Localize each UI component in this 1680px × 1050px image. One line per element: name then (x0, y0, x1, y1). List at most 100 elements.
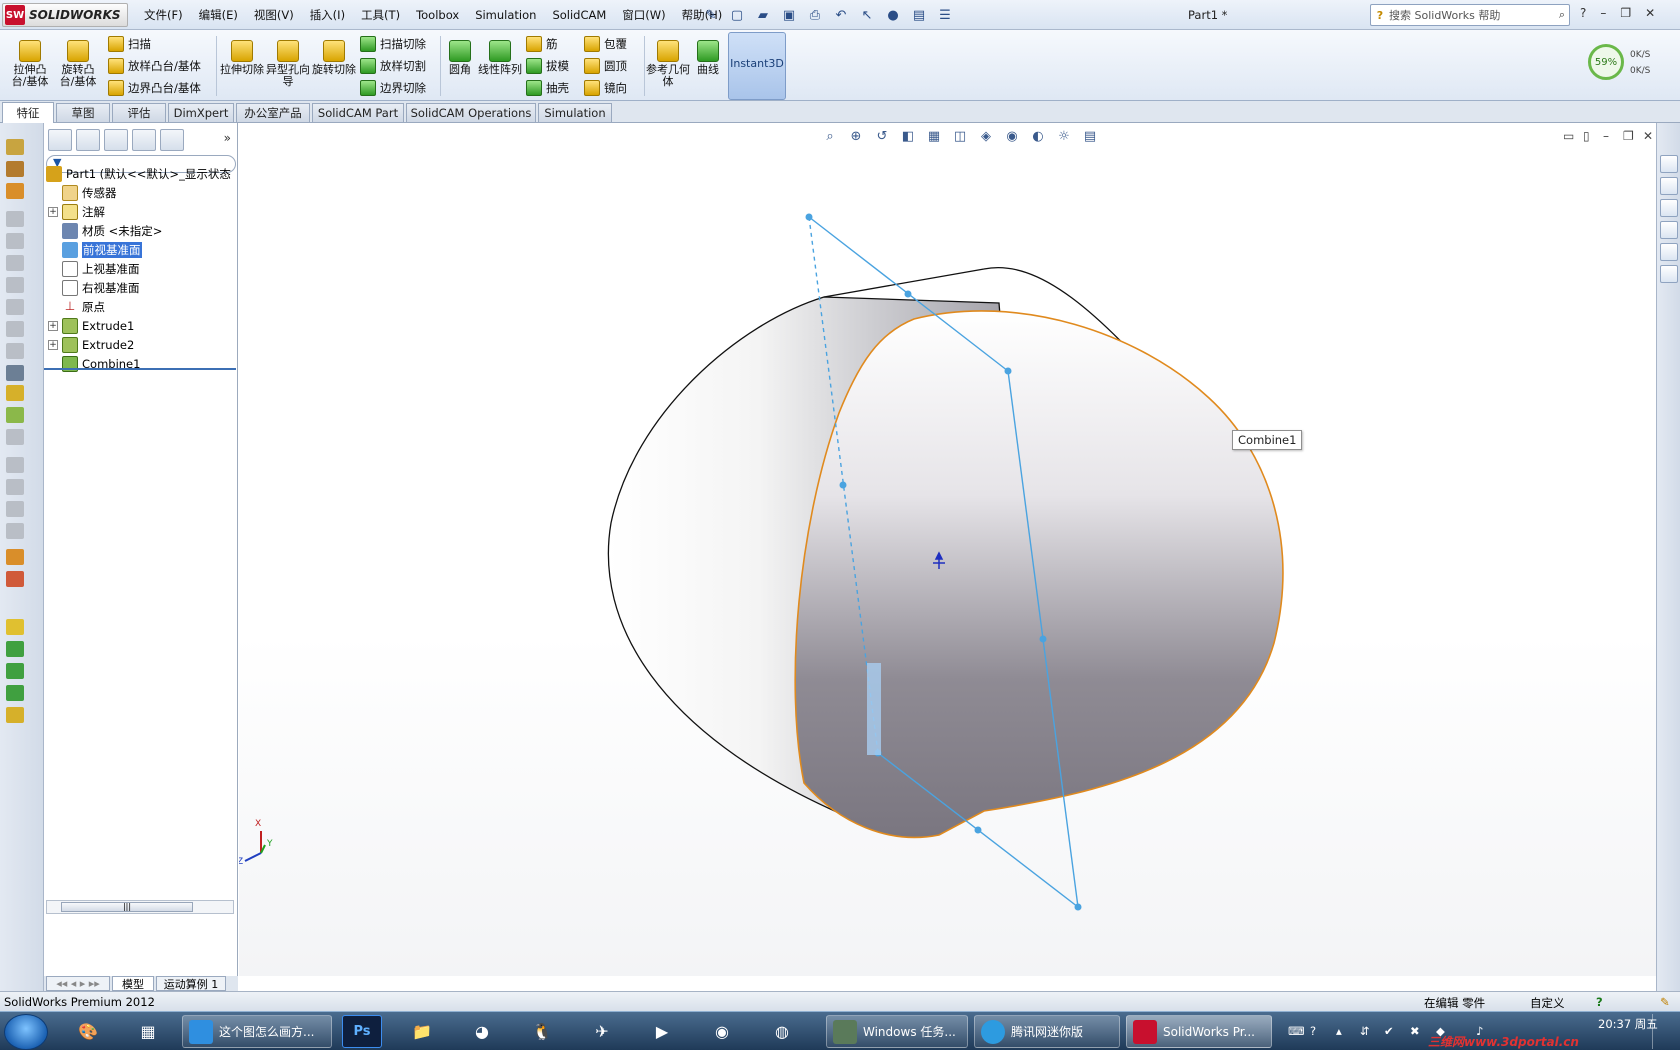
horizontal-scrollbar[interactable]: ||| (46, 900, 234, 914)
loft-boss-button[interactable]: 放样凸台/基体 (108, 56, 201, 76)
menu-edit[interactable]: 编辑(E) (191, 7, 246, 23)
chevron-right-icon[interactable]: » (224, 131, 231, 145)
displaymanager-tab-icon[interactable] (160, 129, 184, 151)
tab-features[interactable]: 特征 (2, 102, 54, 123)
scrollbar-thumb[interactable]: ||| (61, 902, 193, 912)
media-player-icon[interactable]: ▶ (642, 1015, 682, 1048)
tile-horizontal-icon[interactable]: ▭ (1563, 129, 1574, 143)
boundary-cut-button[interactable]: 边界切除 (360, 78, 426, 98)
system-clock[interactable]: 20:37 周五 (1598, 1017, 1658, 1032)
menu-tools[interactable]: 工具(T) (353, 7, 408, 23)
tab-dimxpert[interactable]: DimXpert (168, 103, 234, 122)
quick-tips-icon[interactable]: ? (1596, 995, 1603, 1009)
coordinate-system-icon[interactable] (6, 663, 24, 679)
pin-icon[interactable]: ✎ (700, 4, 722, 26)
expand-icon[interactable]: + (48, 339, 58, 350)
wrap-button[interactable]: 包覆 (584, 34, 627, 54)
shell-button[interactable]: 抽壳 (526, 78, 569, 98)
extrude-cut-button[interactable]: 拉伸切除 (220, 40, 264, 76)
tree-item-annotations[interactable]: + 注解 (48, 202, 105, 221)
section-icon[interactable] (6, 501, 24, 517)
tree-item-front-plane[interactable]: 前视基准面 (62, 240, 142, 259)
draft-button[interactable]: 拔模 (526, 56, 569, 76)
help-menu-icon[interactable]: ? (1580, 6, 1586, 20)
taskbar-solidworks[interactable]: SolidWorks Pr... (1126, 1015, 1272, 1048)
arc-icon[interactable] (6, 277, 24, 293)
previous-view-icon[interactable]: ↺ (872, 129, 892, 147)
save-icon[interactable]: ▣ (778, 4, 800, 26)
hide-show-items-icon[interactable]: ◉ (1002, 129, 1022, 147)
revolve-cut-button[interactable]: 旋转切除 (312, 40, 356, 76)
cut-face[interactable] (794, 310, 1284, 839)
apply-scene-icon[interactable]: ☼ (1054, 129, 1074, 147)
qq-icon[interactable]: 🐧 (522, 1015, 562, 1048)
show-desktop-button[interactable] (1652, 1014, 1678, 1049)
select-icon[interactable]: ↖ (856, 4, 878, 26)
help-search-input[interactable]: 搜索 SolidWorks 帮助 (1389, 7, 1500, 23)
rebuild-icon[interactable]: ● (882, 4, 904, 26)
edit-appearance-icon[interactable]: ◐ (1028, 129, 1048, 147)
fillet-button[interactable]: 圆角 (438, 40, 482, 76)
dynamic-annotation-icon[interactable]: ▦ (924, 129, 944, 147)
restore-icon[interactable]: ❐ (1620, 6, 1631, 20)
menu-view[interactable]: 视图(V) (246, 7, 302, 23)
tab-motion-study[interactable]: 运动算例 1 (156, 976, 226, 991)
zoom-to-fit-icon[interactable]: ⌕ (820, 129, 840, 147)
rectangle-icon[interactable] (6, 233, 24, 249)
measure-icon[interactable] (6, 457, 24, 473)
revolve-boss-button[interactable]: 旋转凸台/基体 (56, 40, 100, 88)
start-button[interactable] (4, 1014, 48, 1050)
hole-wizard-button[interactable]: 异型孔向导 (266, 40, 310, 88)
menu-insert[interactable]: 插入(I) (302, 7, 353, 23)
tab-office-products[interactable]: 办公室产品 (236, 103, 310, 122)
shield-tray-icon[interactable]: ✖ (1410, 1024, 1420, 1038)
feature-extrude-icon[interactable] (6, 385, 24, 401)
sketch-tool-icon[interactable] (6, 139, 24, 155)
tab-solidcam-operations[interactable]: SolidCAM Operations (406, 103, 536, 122)
design-library-icon[interactable] (1660, 177, 1678, 195)
section-view-icon[interactable]: ◧ (898, 129, 918, 147)
network-icon[interactable]: ⇵ (1360, 1024, 1370, 1038)
close-icon[interactable]: ✕ (1645, 6, 1655, 20)
tree-item-right-plane[interactable]: 右视基准面 (62, 278, 140, 297)
search-icon[interactable]: ⌕ (1559, 8, 1565, 22)
doc-close-icon[interactable]: ✕ (1643, 129, 1653, 143)
tree-item-top-plane[interactable]: 上视基准面 (62, 259, 140, 278)
tray-arrow-icon[interactable]: ▴ (1336, 1024, 1342, 1038)
tab-solidcam-part[interactable]: SolidCAM Part (312, 103, 404, 122)
dome-button[interactable]: 圆顶 (584, 56, 627, 76)
featuremanager-tab-icon[interactable] (48, 129, 72, 151)
green-app-icon[interactable]: ◕ (462, 1015, 502, 1048)
units-selector[interactable]: 自定义 (1530, 995, 1565, 1011)
linear-pattern-button[interactable]: 线性阵列 (478, 40, 522, 76)
tile-vertical-icon[interactable]: ▯ (1583, 129, 1590, 143)
doc-restore-icon[interactable]: ❐ (1623, 129, 1634, 143)
camera-icon[interactable] (6, 365, 24, 381)
tree-item-sensors[interactable]: 传感器 (62, 183, 117, 202)
mass-properties-icon[interactable] (6, 479, 24, 495)
photoshop-icon[interactable]: Ps (342, 1015, 382, 1048)
tree-item-combine1[interactable]: Combine1 (62, 354, 140, 373)
tab-evaluate[interactable]: 评估 (112, 103, 166, 122)
rib-button[interactable]: 筋 (526, 34, 558, 54)
print-icon[interactable]: ⎙ (804, 4, 826, 26)
messenger-icon[interactable]: ◉ (702, 1015, 742, 1048)
help-search[interactable]: ? 搜索 SolidWorks 帮助 ⌕ (1370, 4, 1570, 26)
rebuild-status-icon[interactable]: ✎ (1660, 995, 1670, 1009)
calculator-icon[interactable]: ▦ (128, 1015, 168, 1048)
scene-icon[interactable] (6, 571, 24, 587)
point-icon[interactable] (6, 685, 24, 701)
tree-item-extrude2[interactable]: + Extrude2 (48, 335, 134, 354)
file-explorer-taskbar-icon[interactable]: 📁 (402, 1015, 442, 1048)
help-tray-icon[interactable]: ? (1310, 1024, 1316, 1038)
sweep-cut-button[interactable]: 扫描切除 (360, 34, 426, 54)
new-document-icon[interactable]: ▢ (726, 4, 748, 26)
appearance-icon[interactable] (6, 549, 24, 565)
options-icon[interactable]: ☰ (934, 4, 956, 26)
display-style-icon[interactable]: ◈ (976, 129, 996, 147)
view-settings-icon[interactable]: ▤ (1080, 129, 1100, 147)
taskbar-task-manager[interactable]: Windows 任务... (826, 1015, 968, 1048)
tab-sketch[interactable]: 草图 (56, 103, 110, 122)
file-properties-icon[interactable]: ▤ (908, 4, 930, 26)
menu-toolbox[interactable]: Toolbox (408, 8, 467, 22)
